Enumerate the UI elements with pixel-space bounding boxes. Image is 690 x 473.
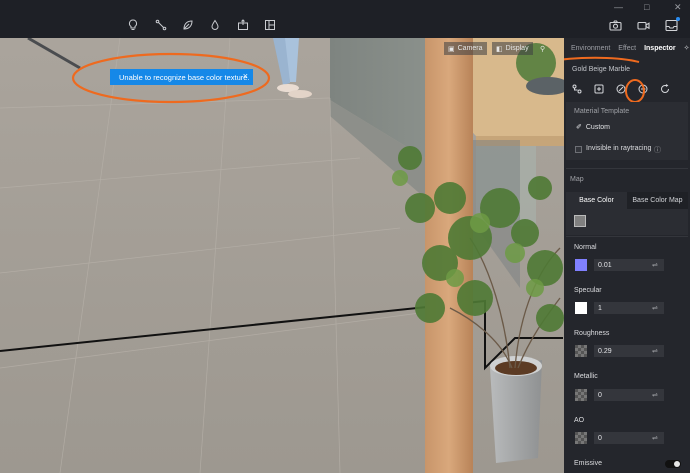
toast-close-button[interactable]: × [243,71,248,81]
camera-button-label: Camera [457,45,483,52]
invisible-raytracing-label: Invisible in raytracing [586,145,652,152]
sliders-icon[interactable]: ⇌ [652,391,660,399]
normal-value-field[interactable]: 0.01 ⇌ [594,259,664,271]
specular-label: Specular [574,287,602,294]
roughness-value: 0.29 [598,347,612,355]
roughness-map-slot[interactable] [575,345,587,357]
tab-base-color[interactable]: Base Color [566,192,627,209]
sliders-icon[interactable]: ⇌ [652,434,660,442]
ao-label: AO [574,417,585,424]
metallic-value-field[interactable]: 0 ⇌ [594,389,664,401]
normal-label: Normal [574,244,597,251]
export-icon[interactable] [236,18,250,32]
video-icon[interactable] [637,19,651,32]
material-name[interactable]: Gold Beige Marble [572,66,630,73]
emissive-label: Emissive [574,460,603,467]
material-picker-icon[interactable] [614,82,628,96]
material-template-dropdown[interactable]: ✐ Custom [576,123,610,132]
divider [566,168,688,169]
top-toolbar: — □ ✕ [0,0,690,38]
base-color-mode-toggle: Base Color Base Color Map [566,192,688,209]
sliders-icon[interactable]: ⇌ [652,261,660,269]
material-replace-icon[interactable] [636,82,650,96]
ao-value-field[interactable]: 0 ⇌ [594,432,664,444]
camera-small-icon: ▣ [448,45,455,53]
specular-value: 1 [598,304,602,312]
person-icon[interactable]: ⚲ [536,42,549,55]
reset-icon[interactable] [658,82,672,96]
inbox-icon[interactable] [665,17,680,32]
camera-icon[interactable] [609,19,623,32]
window-minimize-button[interactable]: — [614,2,623,12]
layout-icon[interactable] [263,18,277,32]
magic-icon[interactable]: ✧ [684,44,690,52]
specular-swatch[interactable] [575,302,587,314]
lightbulb-icon[interactable] [126,18,140,32]
path-icon[interactable] [154,18,168,32]
leaf-icon[interactable] [181,18,195,32]
template-icon: ✐ [576,124,582,131]
base-color-swatch[interactable] [574,215,586,227]
tab-environment[interactable]: Environment [571,45,610,52]
tab-effect[interactable]: Effect [618,45,636,52]
sliders-icon[interactable]: ⇌ [652,347,660,355]
metallic-label: Metallic [574,373,598,380]
normal-value: 0.01 [598,261,612,269]
notification-dot [676,17,680,21]
emissive-toggle[interactable] [665,460,681,468]
scene-render [0,38,564,473]
material-template-label: Material Template [574,108,630,115]
tab-base-color-map[interactable]: Base Color Map [627,192,688,209]
error-toast: Unable to recognize base color texture. … [110,69,253,85]
window-close-button[interactable]: ✕ [674,2,682,13]
window-maximize-button[interactable]: □ [644,2,649,12]
map-section-label: Map [570,176,584,183]
metallic-map-slot[interactable] [575,389,587,401]
roughness-label: Roughness [574,330,610,337]
tab-inspector[interactable]: Inspector [644,45,676,52]
camera-button[interactable]: ▣ Camera [444,42,487,55]
divider [566,236,688,237]
drop-icon[interactable] [208,18,222,32]
help-icon[interactable]: ⓘ [654,145,661,155]
3d-viewport[interactable]: Unable to recognize base color texture. … [0,38,564,473]
metallic-value: 0 [598,391,602,399]
normal-swatch[interactable] [575,259,587,271]
ao-value: 0 [598,434,602,442]
sliders-icon[interactable]: ⇌ [652,304,660,312]
material-link-icon[interactable] [570,82,584,96]
display-button-label: Display [505,45,529,52]
material-template-value: Custom [585,123,610,131]
panel-tabs: Environment Effect Inspector ✧ [564,38,690,58]
material-copy-icon[interactable] [592,82,606,96]
toast-message: Unable to recognize base color texture. [119,72,250,82]
display-icon: ◧ [496,45,503,53]
roughness-value-field[interactable]: 0.29 ⇌ [594,345,664,357]
specular-value-field[interactable]: 1 ⇌ [594,302,664,314]
ao-map-slot[interactable] [575,432,587,444]
display-button[interactable]: ◧ Display [492,42,533,55]
material-tools [570,82,672,96]
invisible-raytracing-checkbox[interactable] [575,146,582,153]
